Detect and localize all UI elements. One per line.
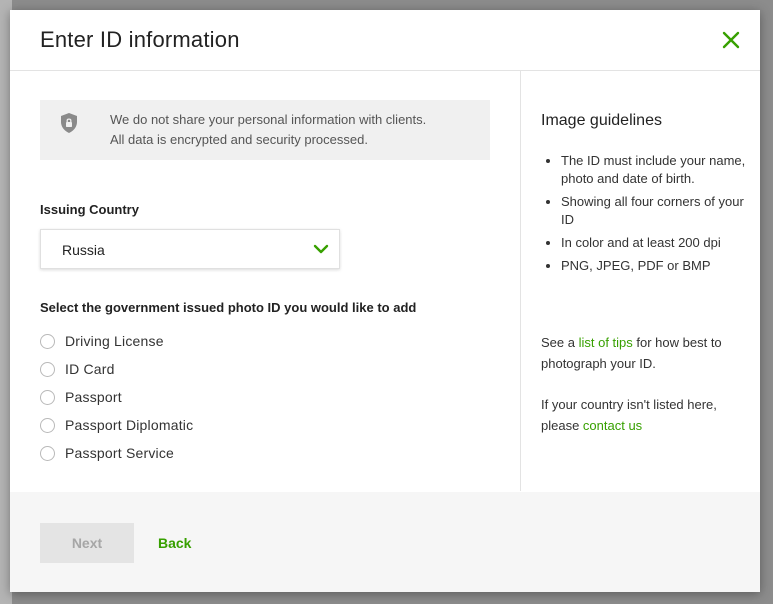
close-icon [722,31,740,49]
modal-header: Enter ID information [10,10,760,71]
modal-footer: Next Back [10,492,760,592]
close-button[interactable] [720,29,742,51]
issuing-country-label: Issuing Country [40,202,139,217]
radio-button[interactable] [40,362,55,377]
radio-label: Driving License [65,333,164,349]
tips-paragraph: See a list of tips for how best to photo… [541,332,746,374]
privacy-notice: We do not share your personal informatio… [40,100,490,160]
notice-line-2: All data is encrypted and security proce… [110,132,368,147]
modal-title: Enter ID information [40,27,240,52]
radio-button[interactable] [40,334,55,349]
back-link[interactable]: Back [158,535,191,551]
id-form-section: We do not share your personal informatio… [10,71,521,491]
id-info-modal: Enter ID information We do not share you… [10,10,760,592]
radio-label: Passport Service [65,445,175,461]
guidelines-title: Image guidelines [541,112,662,129]
issuing-country-select[interactable]: Russia [40,229,340,269]
issuing-country-value: Russia [62,242,105,258]
guideline-item: The ID must include your name, photo and… [561,152,746,188]
radio-label: Passport [65,389,122,405]
next-button[interactable]: Next [40,523,134,563]
notice-line-1: We do not share your personal informatio… [110,112,427,127]
radio-label: Passport Diplomatic [65,417,194,433]
list-of-tips-link[interactable]: list of tips [579,335,633,350]
id-type-prompt: Select the government issued photo ID yo… [40,300,417,315]
contact-paragraph: If your country isn't listed here, pleas… [541,394,746,436]
contact-us-link[interactable]: contact us [583,418,642,433]
guideline-item: Showing all four corners of your ID [561,193,746,229]
shield-lock-icon [61,113,77,133]
image-guidelines-panel: Image guidelines The ID must include you… [521,71,760,491]
radio-button[interactable] [40,390,55,405]
chevron-down-icon [313,244,329,254]
radio-button[interactable] [40,446,55,461]
radio-label: ID Card [65,361,115,377]
radio-button[interactable] [40,418,55,433]
tips-prefix: See a [541,335,579,350]
guideline-item: In color and at least 200 dpi [561,234,746,252]
guidelines-list: The ID must include your name, photo and… [541,152,746,280]
guideline-item: PNG, JPEG, PDF or BMP [561,257,746,275]
